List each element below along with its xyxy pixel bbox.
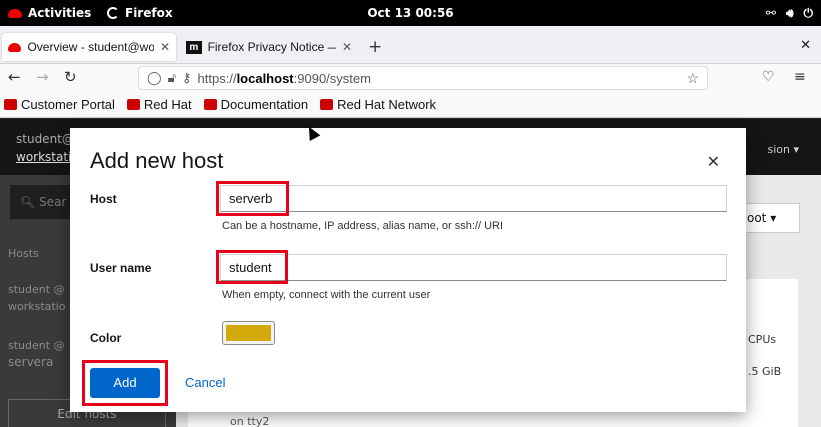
clock[interactable]: Oct 13 00:56	[0, 6, 821, 20]
bookmark-documentation[interactable]: Documentation	[203, 97, 308, 112]
forward-icon[interactable]: →	[36, 68, 49, 86]
navigation-bar: ← → ↻ ◯ 🔓︎ ⚷ https://localhost:9090/syst…	[0, 64, 821, 92]
back-icon[interactable]: ←	[8, 68, 21, 86]
redhat-favicon-icon	[203, 99, 217, 110]
memory-amount: .5 GiB	[748, 365, 782, 378]
url-bar[interactable]: ◯ 🔓︎ ⚷ https://localhost:9090/system ☆	[138, 66, 708, 90]
pocket-icon[interactable]: ♡	[762, 69, 775, 85]
mozilla-favicon-icon: m	[186, 40, 202, 54]
color-swatch-fill	[226, 325, 271, 341]
username-highlight-box	[216, 250, 288, 284]
bookmark-red-hat-network[interactable]: Red Hat Network	[320, 97, 436, 112]
network-icon: ⚯	[765, 6, 776, 20]
bookmark-customer-portal[interactable]: Customer Portal	[4, 97, 115, 112]
bookmarks-bar: Customer Portal Red Hat Documentation Re…	[0, 92, 821, 118]
username-input[interactable]: student	[220, 254, 727, 281]
url-text: https://localhost:9090/system	[197, 70, 371, 86]
tab-privacy-notice[interactable]: m Firefox Privacy Notice — ✕	[180, 33, 358, 61]
power-icon: ⏻	[803, 6, 814, 20]
menu-icon[interactable]: ≡	[794, 69, 806, 85]
lock-warning-icon[interactable]: 🔓︎	[168, 70, 176, 86]
host-input[interactable]: serverb	[220, 185, 727, 212]
system-tray[interactable]: ⚯ 🔊︎ ⏻	[766, 6, 813, 21]
host-helper-text: Can be a hostname, IP address, alias nam…	[222, 220, 504, 232]
close-window-icon[interactable]: ✕	[800, 38, 811, 53]
tab-bar: Overview - student@wor ✕ m Firefox Priva…	[0, 26, 821, 64]
permissions-key-icon[interactable]: ⚷	[182, 70, 192, 86]
redhat-favicon-icon	[320, 99, 334, 110]
bookmark-red-hat[interactable]: Red Hat	[126, 97, 192, 112]
color-picker[interactable]	[222, 321, 275, 345]
redhat-favicon-icon	[8, 42, 22, 52]
cancel-button[interactable]: Cancel	[185, 375, 225, 390]
host-entry-servera[interactable]: student @ servera	[8, 337, 65, 371]
close-tab-icon[interactable]: ✕	[160, 40, 170, 54]
gnome-top-bar: Activities Firefox Oct 13 00:56 ⚯ 🔊︎ ⏻	[0, 0, 821, 26]
dialog-title: Add new host	[90, 148, 224, 173]
host-entry-workstation[interactable]: student @ workstatio	[8, 281, 66, 315]
host-highlight-box	[216, 181, 289, 216]
username-label: User name	[90, 261, 152, 275]
new-tab-button[interactable]: +	[368, 33, 382, 61]
redhat-favicon-icon	[126, 99, 140, 110]
color-label: Color	[90, 331, 122, 345]
volume-icon: 🔊︎	[785, 6, 794, 20]
close-tab-icon[interactable]: ✕	[342, 40, 352, 54]
host-switcher[interactable]: student@ workstati	[16, 130, 74, 166]
add-host-dialog: Add new host ✕ Host serverb Can be a hos…	[70, 128, 746, 412]
login-tty: on tty2	[230, 415, 270, 427]
tab-label: Overview - student@wor	[27, 40, 154, 54]
close-icon[interactable]: ✕	[707, 152, 720, 171]
hosts-heading: Hosts	[8, 247, 39, 260]
add-highlight-box	[82, 360, 168, 406]
user-select[interactable]: oot ▾	[740, 203, 800, 233]
host-label: Host	[90, 192, 117, 206]
session-menu[interactable]: sion ▾	[767, 143, 799, 156]
reload-icon[interactable]: ↻	[64, 68, 77, 86]
shield-icon[interactable]: ◯	[147, 70, 162, 86]
redhat-favicon-icon	[4, 99, 17, 110]
bookmark-star-icon[interactable]: ☆	[686, 70, 699, 87]
cpu-count: CPUs	[748, 333, 777, 346]
tab-overview[interactable]: Overview - student@wor ✕	[2, 33, 176, 61]
tab-label: Firefox Privacy Notice —	[207, 40, 336, 54]
username-helper-text: When empty, connect with the current use…	[222, 289, 431, 301]
